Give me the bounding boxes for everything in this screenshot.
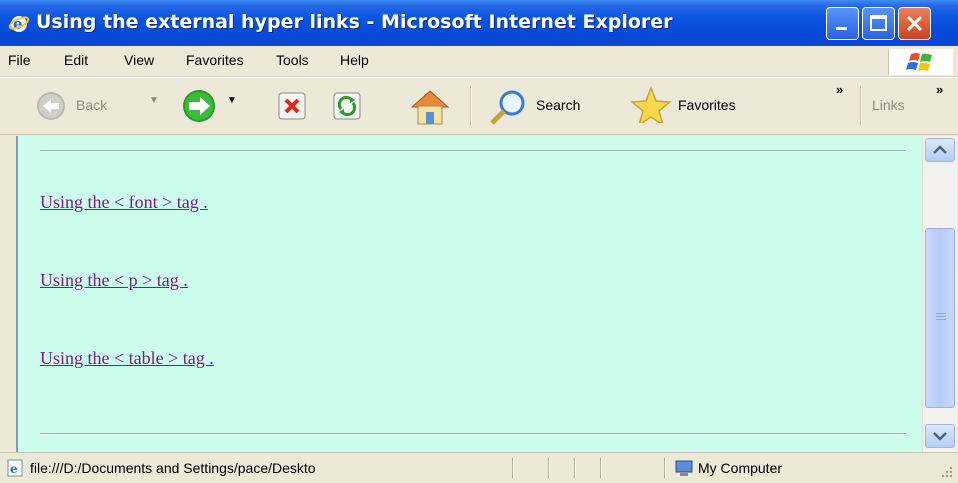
menu-edit[interactable]: Edit bbox=[64, 52, 88, 68]
link-p-tag[interactable]: Using the < p > tag . bbox=[40, 270, 188, 291]
search-label[interactable]: Search bbox=[536, 97, 580, 113]
menu-help[interactable]: Help bbox=[340, 52, 369, 68]
menu-tools[interactable]: Tools bbox=[276, 52, 309, 68]
page-content: Using the < font > tag . Using the < p >… bbox=[16, 136, 924, 452]
links-chevron[interactable]: » bbox=[936, 82, 943, 97]
vertical-scrollbar[interactable] bbox=[922, 136, 957, 452]
title-bar[interactable]: e Using the external hyper links - Micro… bbox=[0, 0, 958, 46]
minimize-icon bbox=[836, 27, 847, 30]
svg-text:e: e bbox=[10, 462, 18, 476]
maximize-icon bbox=[870, 15, 887, 31]
toolbar-separator bbox=[470, 86, 472, 126]
window-title: Using the external hyper links - Microso… bbox=[36, 11, 673, 33]
resize-grip-icon[interactable] bbox=[940, 465, 954, 479]
my-computer-icon bbox=[675, 460, 693, 476]
forward-dropdown-arrow-icon[interactable]: ▼ bbox=[227, 95, 237, 106]
favorites-star-icon[interactable] bbox=[628, 85, 674, 123]
menu-view[interactable]: View bbox=[124, 52, 154, 68]
scroll-down-button[interactable] bbox=[925, 424, 955, 448]
forward-arrow-icon[interactable] bbox=[180, 87, 218, 125]
chevron-up-icon bbox=[933, 145, 947, 154]
toolbar: Back ▼ ▼ Search Favorites » Links » bbox=[0, 77, 958, 135]
search-icon[interactable] bbox=[486, 87, 532, 125]
back-arrow-icon[interactable] bbox=[34, 87, 68, 125]
refresh-icon[interactable] bbox=[330, 87, 364, 125]
maximize-button[interactable] bbox=[862, 7, 895, 40]
stop-icon[interactable] bbox=[275, 87, 309, 125]
chevron-down-icon bbox=[933, 432, 947, 441]
horizontal-rule-bottom bbox=[40, 433, 906, 435]
scroll-thumb[interactable] bbox=[925, 228, 955, 408]
close-icon bbox=[906, 15, 923, 32]
back-label[interactable]: Back bbox=[76, 97, 107, 113]
toolbar-chevron[interactable]: » bbox=[836, 82, 843, 97]
favorites-label[interactable]: Favorites bbox=[678, 97, 736, 113]
menu-favorites[interactable]: Favorites bbox=[186, 52, 244, 68]
minimize-button[interactable] bbox=[826, 7, 859, 40]
close-button[interactable] bbox=[898, 7, 931, 40]
status-url: file:///D:/Documents and Settings/pace/D… bbox=[30, 460, 316, 476]
ie-logo-icon: e bbox=[8, 15, 30, 33]
horizontal-rule-top bbox=[40, 150, 906, 152]
home-icon[interactable] bbox=[408, 87, 452, 125]
browser-window: e Using the external hyper links - Micro… bbox=[0, 0, 958, 483]
toolbar-separator bbox=[860, 86, 862, 126]
back-dropdown-arrow-icon[interactable]: ▼ bbox=[149, 95, 159, 106]
menu-bar: File Edit View Favorites Tools Help bbox=[0, 46, 958, 77]
links-label[interactable]: Links bbox=[872, 97, 905, 113]
page-icon: e bbox=[7, 459, 23, 477]
scroll-up-button[interactable] bbox=[925, 138, 955, 162]
link-table-tag[interactable]: Using the < table > tag . bbox=[40, 348, 214, 369]
windows-logo-icon bbox=[888, 49, 953, 75]
link-font-tag[interactable]: Using the < font > tag . bbox=[40, 192, 208, 213]
status-bar: e file:///D:/Documents and Settings/pace… bbox=[0, 452, 958, 483]
menu-file[interactable]: File bbox=[8, 52, 31, 68]
security-zone: My Computer bbox=[698, 460, 783, 476]
